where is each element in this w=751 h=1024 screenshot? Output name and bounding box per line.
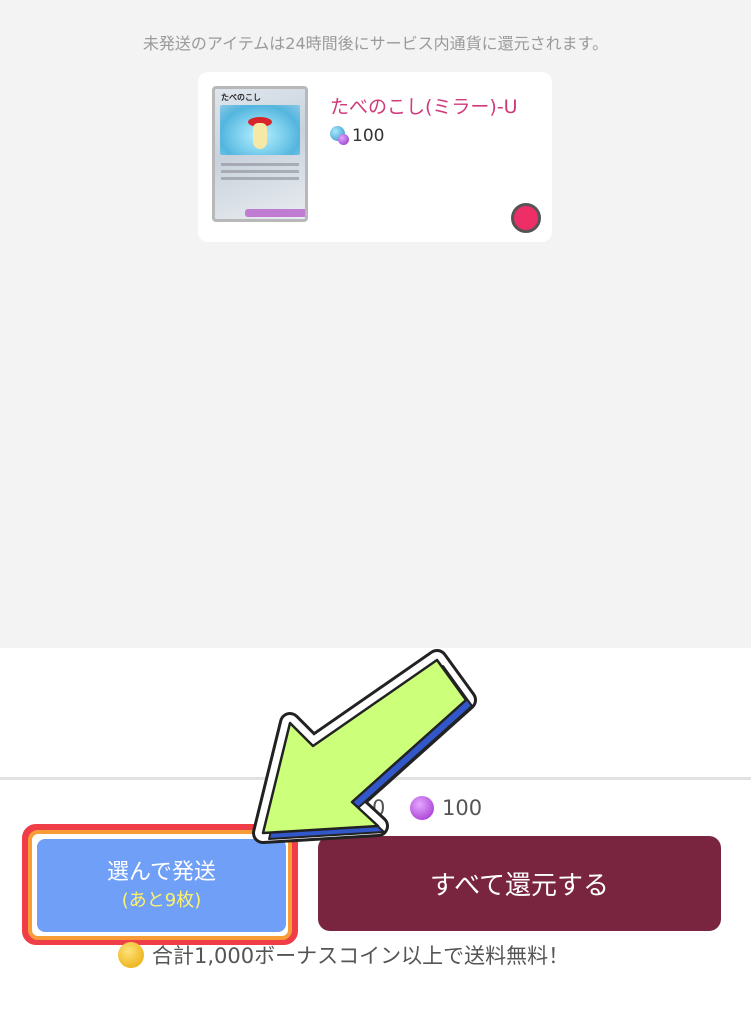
card-art bbox=[220, 105, 300, 155]
apple-core-body bbox=[253, 123, 267, 149]
item-price: 100 bbox=[330, 126, 384, 146]
return-all-button[interactable]: すべて還元する bbox=[318, 836, 721, 931]
card-thumbnail[interactable]: たべのこし bbox=[212, 86, 308, 222]
currency-summary: 0 0 100 bbox=[0, 796, 751, 826]
item-select-toggle[interactable] bbox=[511, 203, 541, 233]
card-text-lines bbox=[221, 163, 299, 166]
highlight-box-orange bbox=[28, 830, 292, 940]
bottom-panel-divider bbox=[0, 777, 751, 780]
card-footer-bar bbox=[245, 209, 305, 217]
purple-coin-icon bbox=[410, 796, 434, 820]
item-list-area: 未発送のアイテムは24時間後にサービス内通貨に還元されます。 たべのこし たべの… bbox=[0, 0, 751, 648]
card-thumbnail-name: たべのこし bbox=[221, 93, 261, 102]
item-title[interactable]: たべのこし(ミラー)-U bbox=[330, 92, 518, 119]
return-all-label: すべて還元する bbox=[429, 871, 610, 901]
item-card[interactable]: たべのこし たべのこし(ミラー)-U 100 bbox=[198, 72, 552, 242]
purple-coin-value: 100 bbox=[442, 796, 483, 820]
silver-coin-balance: 0 bbox=[340, 796, 385, 820]
gem-currency-icon bbox=[330, 126, 350, 146]
purple-coin-balance: 100 bbox=[410, 796, 482, 820]
gold-coin-icon bbox=[268, 796, 292, 820]
gold-coin-value: 0 bbox=[300, 796, 314, 820]
silver-coin-icon bbox=[340, 796, 364, 820]
free-shipping-text: 合計1,000ボーナスコイン以上で送料無料！ bbox=[152, 944, 570, 968]
return-notice: 未発送のアイテムは24時間後にサービス内通貨に還元されます。 bbox=[142, 34, 609, 53]
gold-coin-balance: 0 bbox=[268, 796, 313, 820]
bonus-coin-icon bbox=[118, 942, 144, 968]
silver-coin-value: 0 bbox=[372, 796, 386, 820]
free-shipping-note: 合計1,000ボーナスコイン以上で送料無料！ bbox=[118, 940, 569, 970]
item-price-value: 100 bbox=[352, 126, 385, 146]
